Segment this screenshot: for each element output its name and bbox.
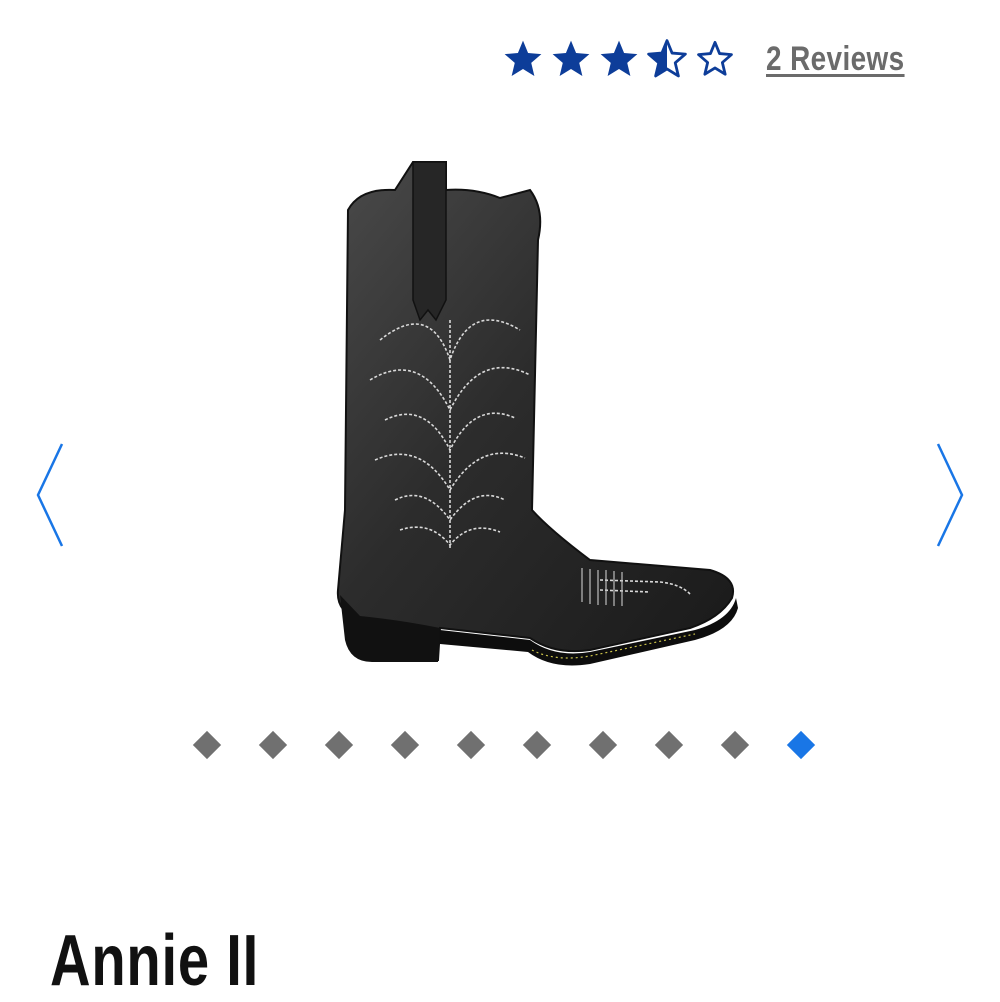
- carousel-dot[interactable]: [456, 730, 486, 760]
- product-image-carousel: [0, 110, 1000, 700]
- carousel-dot[interactable]: [390, 730, 420, 760]
- chevron-left-icon[interactable]: [30, 440, 70, 550]
- carousel-dot[interactable]: [192, 730, 222, 760]
- rating-summary: 2 Reviews: [502, 38, 956, 80]
- product-image-boot: [336, 161, 738, 666]
- carousel-dot-active[interactable]: [786, 730, 816, 760]
- chevron-right-icon[interactable]: [930, 440, 970, 550]
- star-full-icon: [552, 40, 590, 76]
- star-half-icon: [647, 39, 687, 78]
- carousel-dot[interactable]: [258, 730, 288, 760]
- carousel-dot[interactable]: [522, 730, 552, 760]
- carousel-dot[interactable]: [324, 730, 354, 760]
- star-empty-icon: [697, 40, 733, 76]
- star-rating: [502, 38, 736, 80]
- star-full-icon: [600, 40, 638, 76]
- carousel-dot[interactable]: [654, 730, 684, 760]
- carousel-dot[interactable]: [588, 730, 618, 760]
- product-title: Annie II: [50, 921, 260, 1001]
- star-full-icon: [504, 40, 542, 76]
- carousel-pagination: [0, 730, 1000, 760]
- carousel-dot[interactable]: [720, 730, 750, 760]
- reviews-link[interactable]: 2 Reviews: [766, 40, 922, 79]
